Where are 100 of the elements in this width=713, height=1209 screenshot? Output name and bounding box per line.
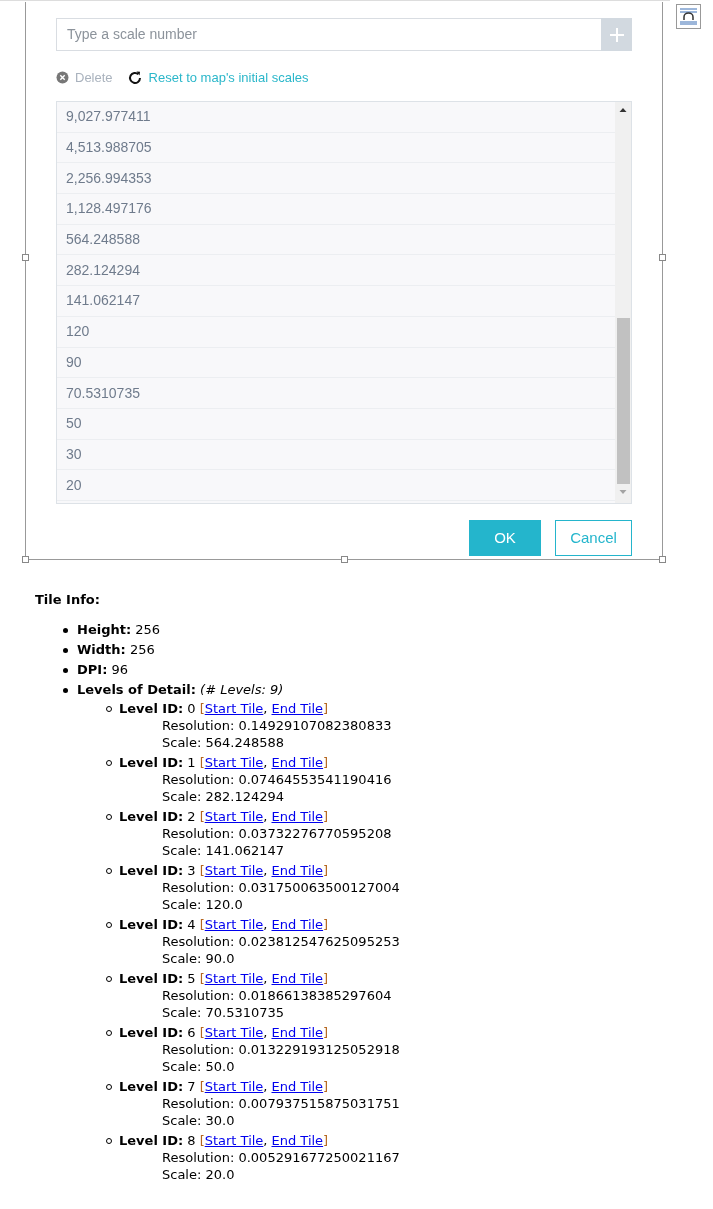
comma: ,	[263, 862, 268, 879]
resolution-text: Resolution: 0.007937515875031751	[161, 1095, 400, 1112]
tile-property: DPI: 96	[77, 662, 129, 677]
scale-text: Scale: 564.248588	[161, 734, 285, 751]
scale-list-item[interactable]: 9,027.977411	[57, 102, 615, 133]
bullet-icon	[63, 648, 68, 653]
plus-icon	[608, 26, 625, 43]
comma: ,	[263, 754, 268, 771]
start-tile-link[interactable]: Start Tile	[204, 1024, 264, 1041]
tile-property: Height: 256	[77, 622, 161, 637]
comma: ,	[263, 700, 268, 717]
resolution-text: Resolution: 0.07464553541190416	[161, 771, 392, 788]
bullet-icon	[63, 668, 68, 673]
scale-list-item[interactable]: 564.248588	[57, 224, 615, 256]
bracket: [	[199, 916, 205, 933]
resolution-text: Resolution: 0.01866138385297604	[161, 987, 392, 1004]
scrollbar-thumb[interactable]	[616, 318, 630, 484]
scale-list-item[interactable]: 4,513.988705	[57, 132, 615, 164]
resolution-text: Resolution: 0.031750063500127004	[161, 879, 400, 896]
bracket: ]	[323, 970, 329, 987]
end-tile-link[interactable]: End Tile	[271, 700, 324, 717]
bracket: [	[199, 1078, 205, 1095]
resolution-text: Resolution: 0.013229193125052918	[161, 1041, 400, 1058]
resolution-text: Resolution: 0.14929107082380833	[161, 717, 392, 734]
bracket: ]	[323, 862, 329, 879]
scale-list-item[interactable]: 30	[57, 439, 615, 471]
level-id: Level ID: 5	[119, 970, 196, 987]
bracket: ]	[323, 916, 329, 933]
close-icon	[56, 71, 69, 84]
resize-handle[interactable]	[22, 556, 29, 563]
start-tile-link[interactable]: Start Tile	[204, 916, 264, 933]
start-tile-link[interactable]: Start Tile	[204, 1078, 264, 1095]
end-tile-link[interactable]: End Tile	[271, 808, 324, 825]
level-id: Level ID: 6	[119, 1024, 196, 1041]
bullet-icon	[63, 628, 68, 633]
scale-list-item[interactable]: 70.5310735	[57, 378, 615, 409]
level-id: Level ID: 1	[119, 754, 196, 771]
start-tile-link[interactable]: Start Tile	[204, 754, 264, 771]
start-tile-link[interactable]: Start Tile	[204, 862, 264, 879]
scale-list-item[interactable]: 120	[57, 316, 615, 348]
comma: ,	[263, 970, 268, 987]
scale-input-field[interactable]: Type a scale number	[56, 18, 601, 51]
bracket: [	[199, 970, 205, 987]
resolution-text: Resolution: 0.023812547625095253	[161, 933, 400, 950]
bracket: [	[199, 700, 205, 717]
scale-text: Scale: 282.124294	[161, 788, 285, 805]
start-tile-link[interactable]: Start Tile	[204, 1132, 264, 1149]
resize-handle[interactable]	[22, 254, 29, 261]
scrollbar[interactable]	[615, 102, 631, 503]
refresh-icon	[126, 69, 143, 86]
tile-property: Width: 256	[77, 642, 155, 657]
level-id: Level ID: 3	[119, 862, 196, 879]
scale-list-item[interactable]: 141.062147	[57, 286, 615, 317]
end-tile-link[interactable]: End Tile	[271, 916, 324, 933]
bracket: [	[199, 862, 205, 879]
end-tile-link[interactable]: End Tile	[271, 1024, 324, 1041]
tile-property: Levels of Detail: (# Levels: 9)	[77, 682, 284, 697]
scale-text: Scale: 120.0	[161, 896, 243, 913]
comma: ,	[263, 808, 268, 825]
end-tile-link[interactable]: End Tile	[271, 754, 324, 771]
resize-handle[interactable]	[659, 556, 666, 563]
end-tile-link[interactable]: End Tile	[271, 862, 324, 879]
scale-list-item[interactable]: 90	[57, 347, 615, 379]
resolution-text: Resolution: 0.03732276770595208	[161, 825, 392, 842]
scale-list-item[interactable]: 282.124294	[57, 255, 615, 287]
bracket: [	[199, 808, 205, 825]
level-id: Level ID: 4	[119, 916, 196, 933]
resize-handle[interactable]	[659, 254, 666, 261]
start-tile-link[interactable]: Start Tile	[204, 700, 264, 717]
scale-text: Scale: 30.0	[161, 1112, 235, 1129]
comma: ,	[263, 1132, 268, 1149]
bracket: [	[199, 1132, 205, 1149]
comma: ,	[263, 916, 268, 933]
scale-text: Scale: 90.0	[161, 950, 235, 967]
end-tile-link[interactable]: End Tile	[271, 1078, 324, 1095]
scale-list-item[interactable]: 1,128.497176	[57, 194, 615, 225]
bracket: [	[199, 754, 205, 771]
scale-list-item[interactable]: 20	[57, 470, 615, 501]
scale-text: Scale: 20.0	[161, 1166, 235, 1183]
bracket: ]	[323, 754, 329, 771]
format-icon[interactable]	[676, 4, 701, 29]
bracket: ]	[323, 700, 329, 717]
scale-list-item[interactable]: 2,256.994353	[57, 163, 615, 195]
comma: ,	[263, 1024, 268, 1041]
resize-handle[interactable]	[341, 556, 348, 563]
start-tile-link[interactable]: Start Tile	[204, 970, 264, 987]
start-tile-link[interactable]: Start Tile	[204, 808, 264, 825]
resolution-text: Resolution: 0.005291677250021167	[161, 1149, 400, 1166]
end-tile-link[interactable]: End Tile	[271, 970, 324, 987]
scale-text: Scale: 70.5310735	[161, 1004, 285, 1021]
level-id: Level ID: 8	[119, 1132, 196, 1149]
bracket: ]	[323, 1078, 329, 1095]
bracket: ]	[323, 1024, 329, 1041]
comma: ,	[263, 1078, 268, 1095]
scale-text: Scale: 50.0	[161, 1058, 235, 1075]
level-id: Level ID: 7	[119, 1078, 196, 1095]
end-tile-link[interactable]: End Tile	[271, 1132, 324, 1149]
level-id: Level ID: 2	[119, 808, 196, 825]
bracket: ]	[323, 1132, 329, 1149]
scale-list-item[interactable]: 50	[57, 408, 615, 440]
